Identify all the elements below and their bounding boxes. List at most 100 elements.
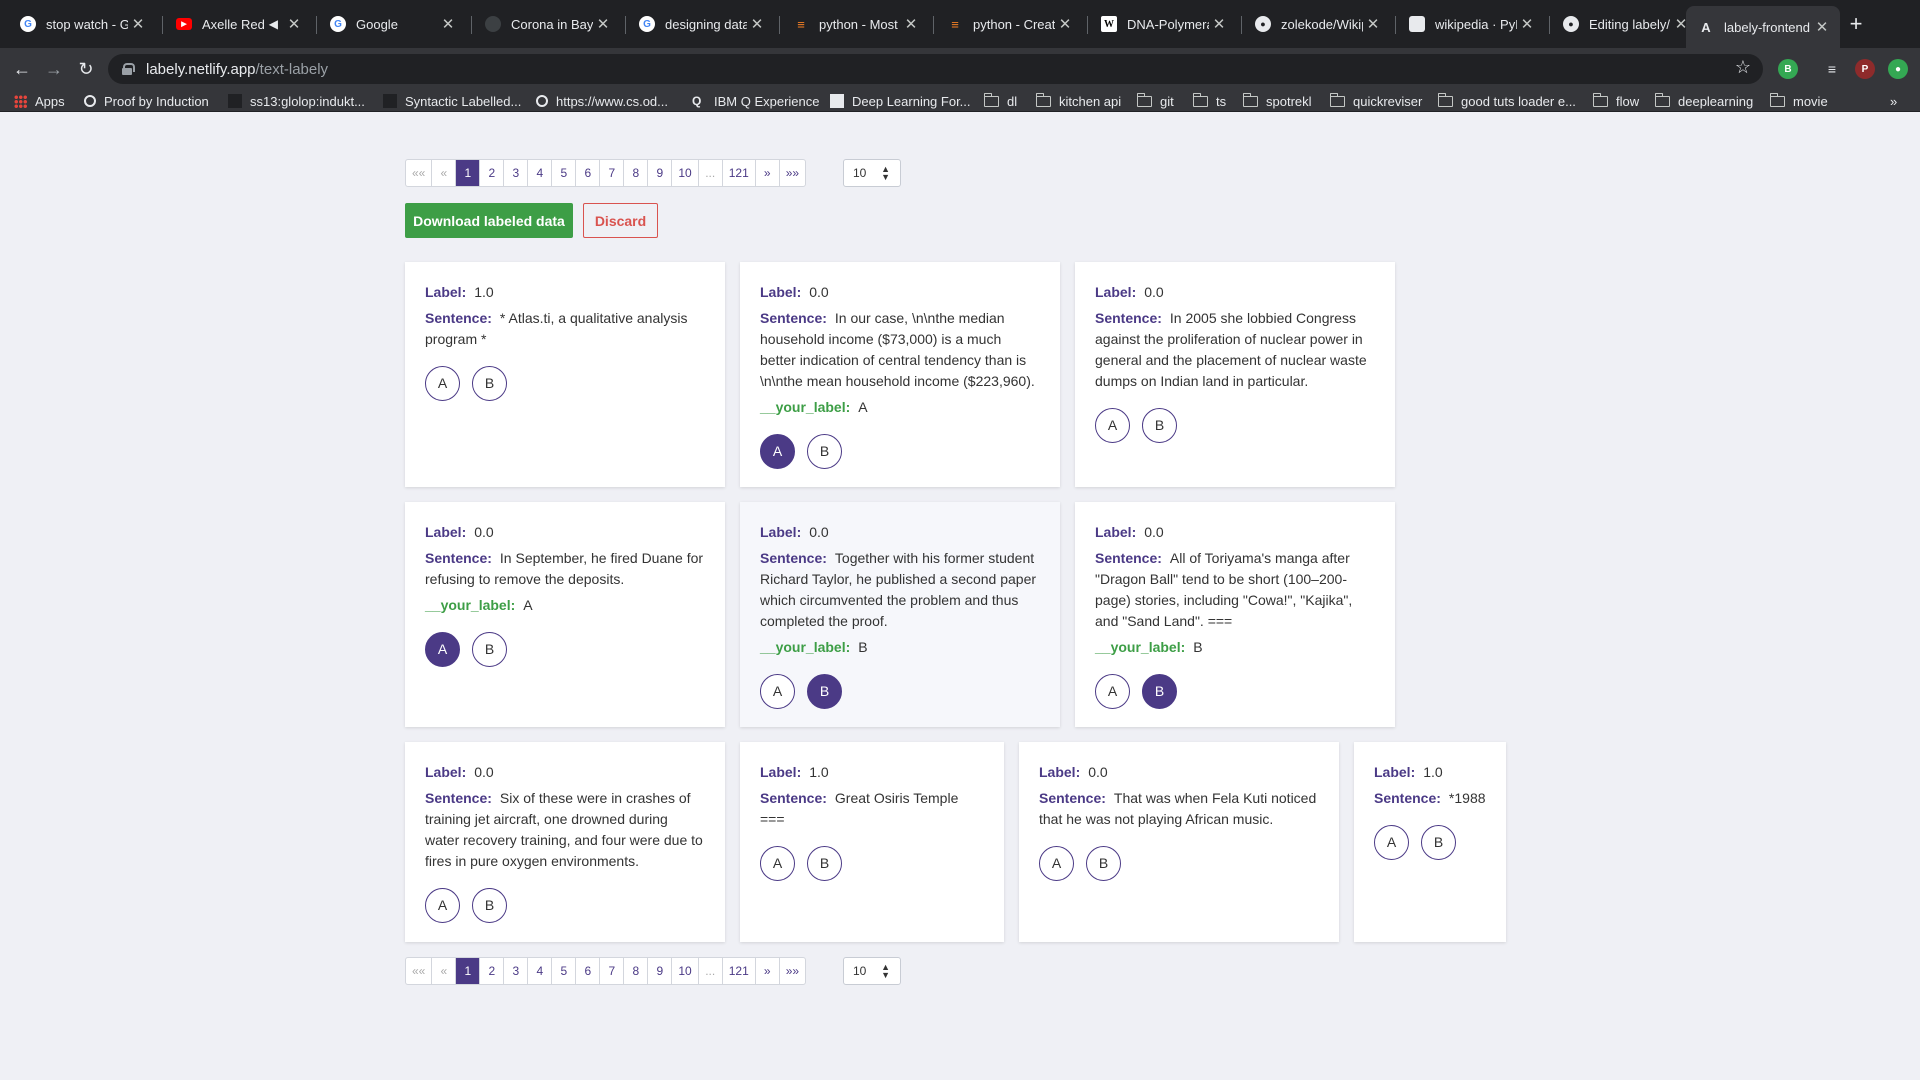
choice-a-button[interactable]: A	[760, 846, 795, 881]
page-button-last[interactable]: 121	[723, 958, 756, 984]
choice-a-button[interactable]: A	[1374, 825, 1409, 860]
page-button-10[interactable]: 10	[672, 958, 699, 984]
bookmark-folder[interactable]: kitchen api	[1035, 90, 1121, 112]
tab-corona[interactable]: Corona in Bayern ✕	[473, 8, 621, 40]
back-icon[interactable]: ←	[10, 57, 34, 81]
page-button-8[interactable]: 8	[624, 958, 649, 984]
choice-b-button[interactable]: B	[807, 674, 842, 709]
page-button-7[interactable]: 7	[600, 958, 625, 984]
page-button-3[interactable]: 3	[504, 958, 529, 984]
next-page-button[interactable]: »	[756, 160, 780, 186]
bookmark-folder[interactable]: git	[1136, 90, 1174, 112]
tab-designing-data[interactable]: G designing data ✕	[627, 8, 775, 40]
bookmark-folder[interactable]: quickreviser	[1329, 90, 1422, 112]
bookmark-item[interactable]: ss13:glolop:indukt...	[228, 90, 365, 112]
choice-b-button[interactable]: B	[1086, 846, 1121, 881]
choice-a-button[interactable]: A	[425, 366, 460, 401]
bookmark-star-icon[interactable]: ☆	[1735, 57, 1751, 78]
choice-b-button[interactable]: B	[1142, 408, 1177, 443]
close-icon[interactable]: ✕	[1812, 18, 1832, 36]
bookmark-folder[interactable]: ts	[1192, 90, 1226, 112]
choice-b-button[interactable]: B	[472, 366, 507, 401]
first-page-button[interactable]: ««	[406, 958, 433, 984]
next-page-button[interactable]: »	[756, 958, 780, 984]
page-button-2[interactable]: 2	[480, 160, 505, 186]
page-button-9[interactable]: 9	[648, 958, 673, 984]
tab-axelle-red[interactable]: ▶ Axelle Red ◀ ✕	[164, 8, 312, 40]
per-page-select[interactable]: 10 ▲ ▼	[843, 957, 901, 985]
bookmark-folder[interactable]: flow	[1592, 90, 1639, 112]
avatar[interactable]: P	[1855, 59, 1875, 79]
per-page-select[interactable]: 10 ▲ ▼	[843, 159, 901, 187]
choice-b-button[interactable]: B	[807, 434, 842, 469]
muted-speaker-icon[interactable]: ◀	[269, 17, 278, 31]
close-icon[interactable]: ✕	[1055, 15, 1075, 33]
tab-stop-watch[interactable]: G stop watch - Google ✕	[8, 8, 156, 40]
new-tab-icon[interactable]: +	[1843, 12, 1869, 38]
tab-editing-labely[interactable]: ● Editing labely/R ✕	[1551, 8, 1699, 40]
tab-python-most[interactable]: ≡ python - Most ✕	[781, 8, 929, 40]
tab-python-create[interactable]: ≡ python - Creati ✕	[935, 8, 1083, 40]
page-button-last[interactable]: 121	[723, 160, 756, 186]
page-button-6[interactable]: 6	[576, 160, 601, 186]
close-icon[interactable]: ✕	[128, 15, 148, 33]
extension-icon[interactable]: ●	[1888, 59, 1908, 79]
url-text[interactable]: labely.netlify.app/text-labely	[146, 61, 328, 78]
bookmark-folder[interactable]: dl	[983, 90, 1017, 112]
choice-a-button[interactable]: A	[425, 632, 460, 667]
tab-wikipedia-pypi[interactable]: wikipedia · PyPI ✕	[1397, 8, 1545, 40]
discard-button[interactable]: Discard	[583, 203, 658, 238]
page-button-2[interactable]: 2	[480, 958, 505, 984]
download-labeled-data-button[interactable]: Download labeled data	[405, 203, 573, 238]
bookmark-folder[interactable]: good tuts loader e...	[1437, 90, 1576, 112]
bookmark-folder[interactable]: deeplearning	[1654, 90, 1753, 112]
close-icon[interactable]: ✕	[1363, 15, 1383, 33]
choice-a-button[interactable]: A	[1095, 408, 1130, 443]
choice-b-button[interactable]: B	[807, 846, 842, 881]
bookmark-item[interactable]: Proof by Induction	[84, 90, 209, 112]
close-icon[interactable]: ✕	[438, 15, 458, 33]
page-button-5[interactable]: 5	[552, 958, 577, 984]
bookmark-folder[interactable]: spotrekl	[1242, 90, 1312, 112]
tab-dna-polymerase[interactable]: W DNA-Polymerase ✕	[1089, 8, 1237, 40]
reload-icon[interactable]: ↻	[74, 57, 98, 81]
close-icon[interactable]: ✕	[901, 15, 921, 33]
bookmark-item[interactable]: Syntactic Labelled...	[383, 90, 521, 112]
choice-b-button[interactable]: B	[472, 888, 507, 923]
forward-icon[interactable]: →	[42, 57, 66, 81]
page-button-5[interactable]: 5	[552, 160, 577, 186]
last-page-button[interactable]: »»	[780, 160, 805, 186]
tab-zolekode-wiki[interactable]: ● zolekode/Wikip ✕	[1243, 8, 1391, 40]
choice-a-button[interactable]: A	[760, 674, 795, 709]
more-bookmarks-icon[interactable]: »	[1890, 90, 1897, 112]
close-icon[interactable]: ✕	[284, 15, 304, 33]
bookmark-folder[interactable]: movie	[1769, 90, 1828, 112]
choice-b-button[interactable]: B	[1421, 825, 1456, 860]
page-button-6[interactable]: 6	[576, 958, 601, 984]
bookmark-item[interactable]: https://www.cs.od...	[536, 90, 668, 112]
choice-a-button[interactable]: A	[760, 434, 795, 469]
close-icon[interactable]: ✕	[747, 15, 767, 33]
choice-b-button[interactable]: B	[1142, 674, 1177, 709]
choice-a-button[interactable]: A	[425, 888, 460, 923]
prev-page-button[interactable]: «	[432, 958, 457, 984]
tab-labely-frontend[interactable]: A labely-frontend ✕	[1686, 6, 1840, 48]
close-icon[interactable]: ✕	[1209, 15, 1229, 33]
page-button-1[interactable]: 1	[456, 958, 481, 984]
close-icon[interactable]: ✕	[1517, 15, 1537, 33]
prev-page-button[interactable]: «	[432, 160, 457, 186]
media-controls-icon[interactable]: ≡	[1822, 59, 1842, 79]
tab-google[interactable]: G Google ✕	[318, 8, 466, 40]
page-button-1[interactable]: 1	[456, 160, 481, 186]
address-bar[interactable]: labely.netlify.app/text-labely ☆	[108, 54, 1763, 84]
bookmark-item[interactable]: Q IBM Q Experience	[692, 90, 820, 112]
page-button-3[interactable]: 3	[504, 160, 529, 186]
extension-icon[interactable]: B	[1778, 59, 1798, 79]
choice-b-button[interactable]: B	[472, 632, 507, 667]
page-button-4[interactable]: 4	[528, 958, 553, 984]
bookmark-apps[interactable]: Apps	[14, 90, 65, 112]
bookmark-item[interactable]: Deep Learning For...	[830, 90, 971, 112]
first-page-button[interactable]: ««	[406, 160, 433, 186]
choice-a-button[interactable]: A	[1039, 846, 1074, 881]
page-button-10[interactable]: 10	[672, 160, 699, 186]
